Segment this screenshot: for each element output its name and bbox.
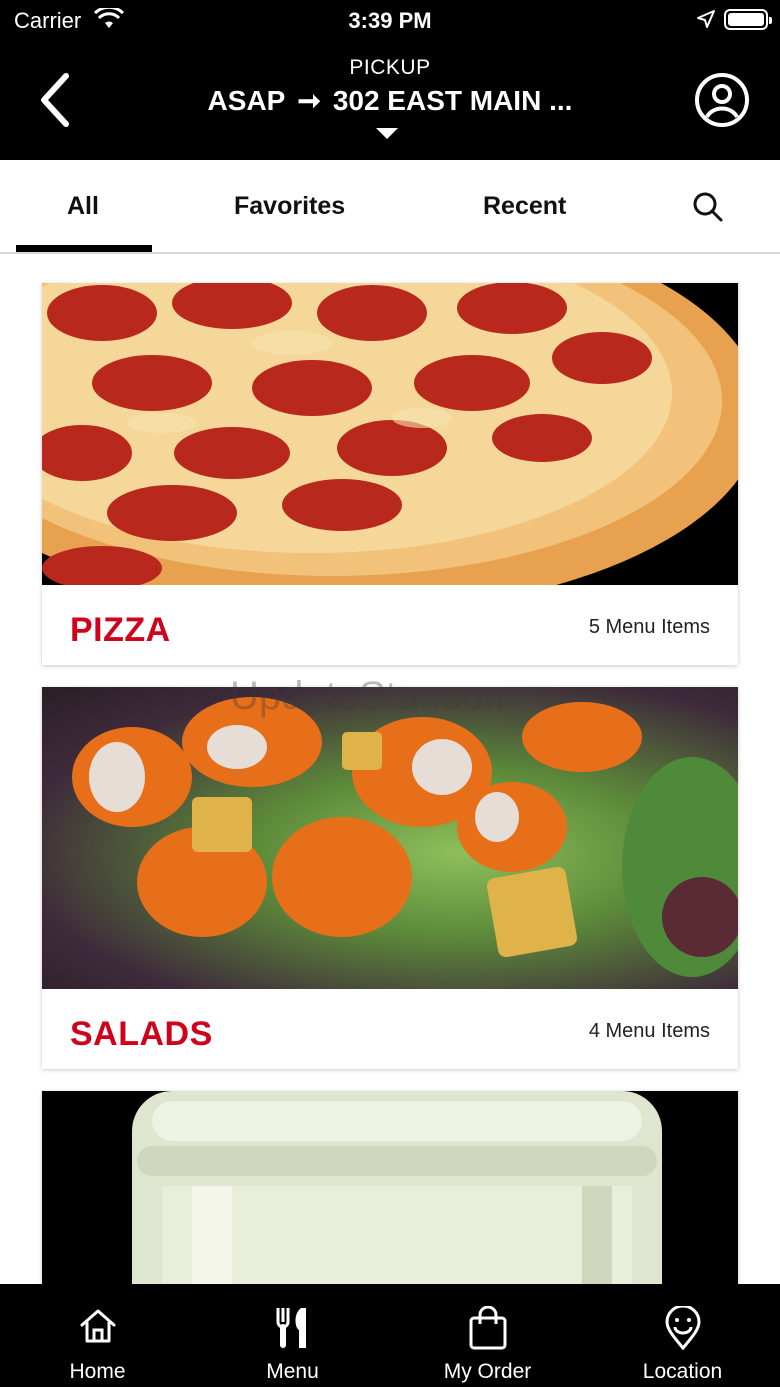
category-list: PIZZA 5 Menu Items SALADS 4 Menu Items U… — [0, 256, 780, 1284]
nav-home[interactable]: Home — [0, 1284, 195, 1387]
arrow-icon: ➞ — [297, 85, 321, 116]
location-pin-icon — [665, 1306, 701, 1350]
app-screen: Carrier 3:39 PM PICKUP ASAP ➞ 302 EAST M… — [0, 0, 780, 1387]
tab-favorites[interactable]: Favorites — [234, 192, 345, 221]
nav-my-order[interactable]: My Order — [390, 1284, 585, 1387]
nav-location[interactable]: Location — [585, 1284, 780, 1387]
category-card-footer: SALADS 4 Menu Items — [42, 989, 738, 1069]
category-card-pizza[interactable]: PIZZA 5 Menu Items — [42, 283, 738, 665]
order-destination: ASAP ➞ 302 EAST MAIN ... — [150, 84, 630, 117]
nav-menu[interactable]: Menu — [195, 1284, 390, 1387]
nav-my-order-label: My Order — [443, 1360, 532, 1383]
category-card-drinks[interactable] — [42, 1091, 738, 1284]
search-icon[interactable] — [692, 191, 724, 223]
location-services-icon — [697, 10, 715, 28]
store-address-label: 302 EAST MAIN ... — [332, 84, 573, 116]
fork-knife-icon — [276, 1308, 306, 1348]
dropdown-caret-icon[interactable] — [376, 128, 398, 139]
order-location-selector[interactable]: PICKUP ASAP ➞ 302 EAST MAIN ... — [150, 56, 630, 117]
category-card-footer: PIZZA 5 Menu Items — [42, 585, 738, 665]
category-item-count: 4 Menu Items — [588, 1020, 710, 1042]
home-icon — [80, 1309, 116, 1343]
clock: 3:39 PM — [348, 8, 432, 33]
menu-filter-tabs: All Favorites Recent — [0, 160, 780, 254]
category-card-salads[interactable]: SALADS 4 Menu Items — [42, 687, 738, 1069]
nav-location-label: Location — [642, 1360, 723, 1383]
drink-image — [42, 1091, 738, 1284]
top-bar: Carrier 3:39 PM PICKUP ASAP ➞ 302 EAST M… — [0, 0, 780, 160]
nav-menu-label: Menu — [266, 1360, 319, 1383]
battery-icon — [724, 9, 772, 30]
nav-home-label: Home — [69, 1360, 126, 1383]
tab-recent[interactable]: Recent — [483, 192, 566, 221]
category-title: SALADS — [70, 1015, 213, 1053]
order-mode-label: PICKUP — [349, 56, 431, 79]
account-icon[interactable] — [694, 72, 750, 128]
category-item-count: 5 Menu Items — [588, 616, 710, 638]
salad-image — [42, 687, 738, 989]
pizza-image — [42, 283, 738, 585]
category-title: PIZZA — [70, 611, 171, 649]
shopping-bag-icon — [469, 1306, 507, 1350]
bottom-navigation: Home Menu My Order Location — [0, 1284, 780, 1387]
status-bar: Carrier 3:39 PM — [0, 0, 780, 40]
order-time-label: ASAP — [207, 84, 286, 116]
tab-all[interactable]: All — [67, 192, 99, 221]
back-chevron-icon[interactable] — [36, 72, 76, 128]
active-tab-indicator — [16, 245, 152, 252]
